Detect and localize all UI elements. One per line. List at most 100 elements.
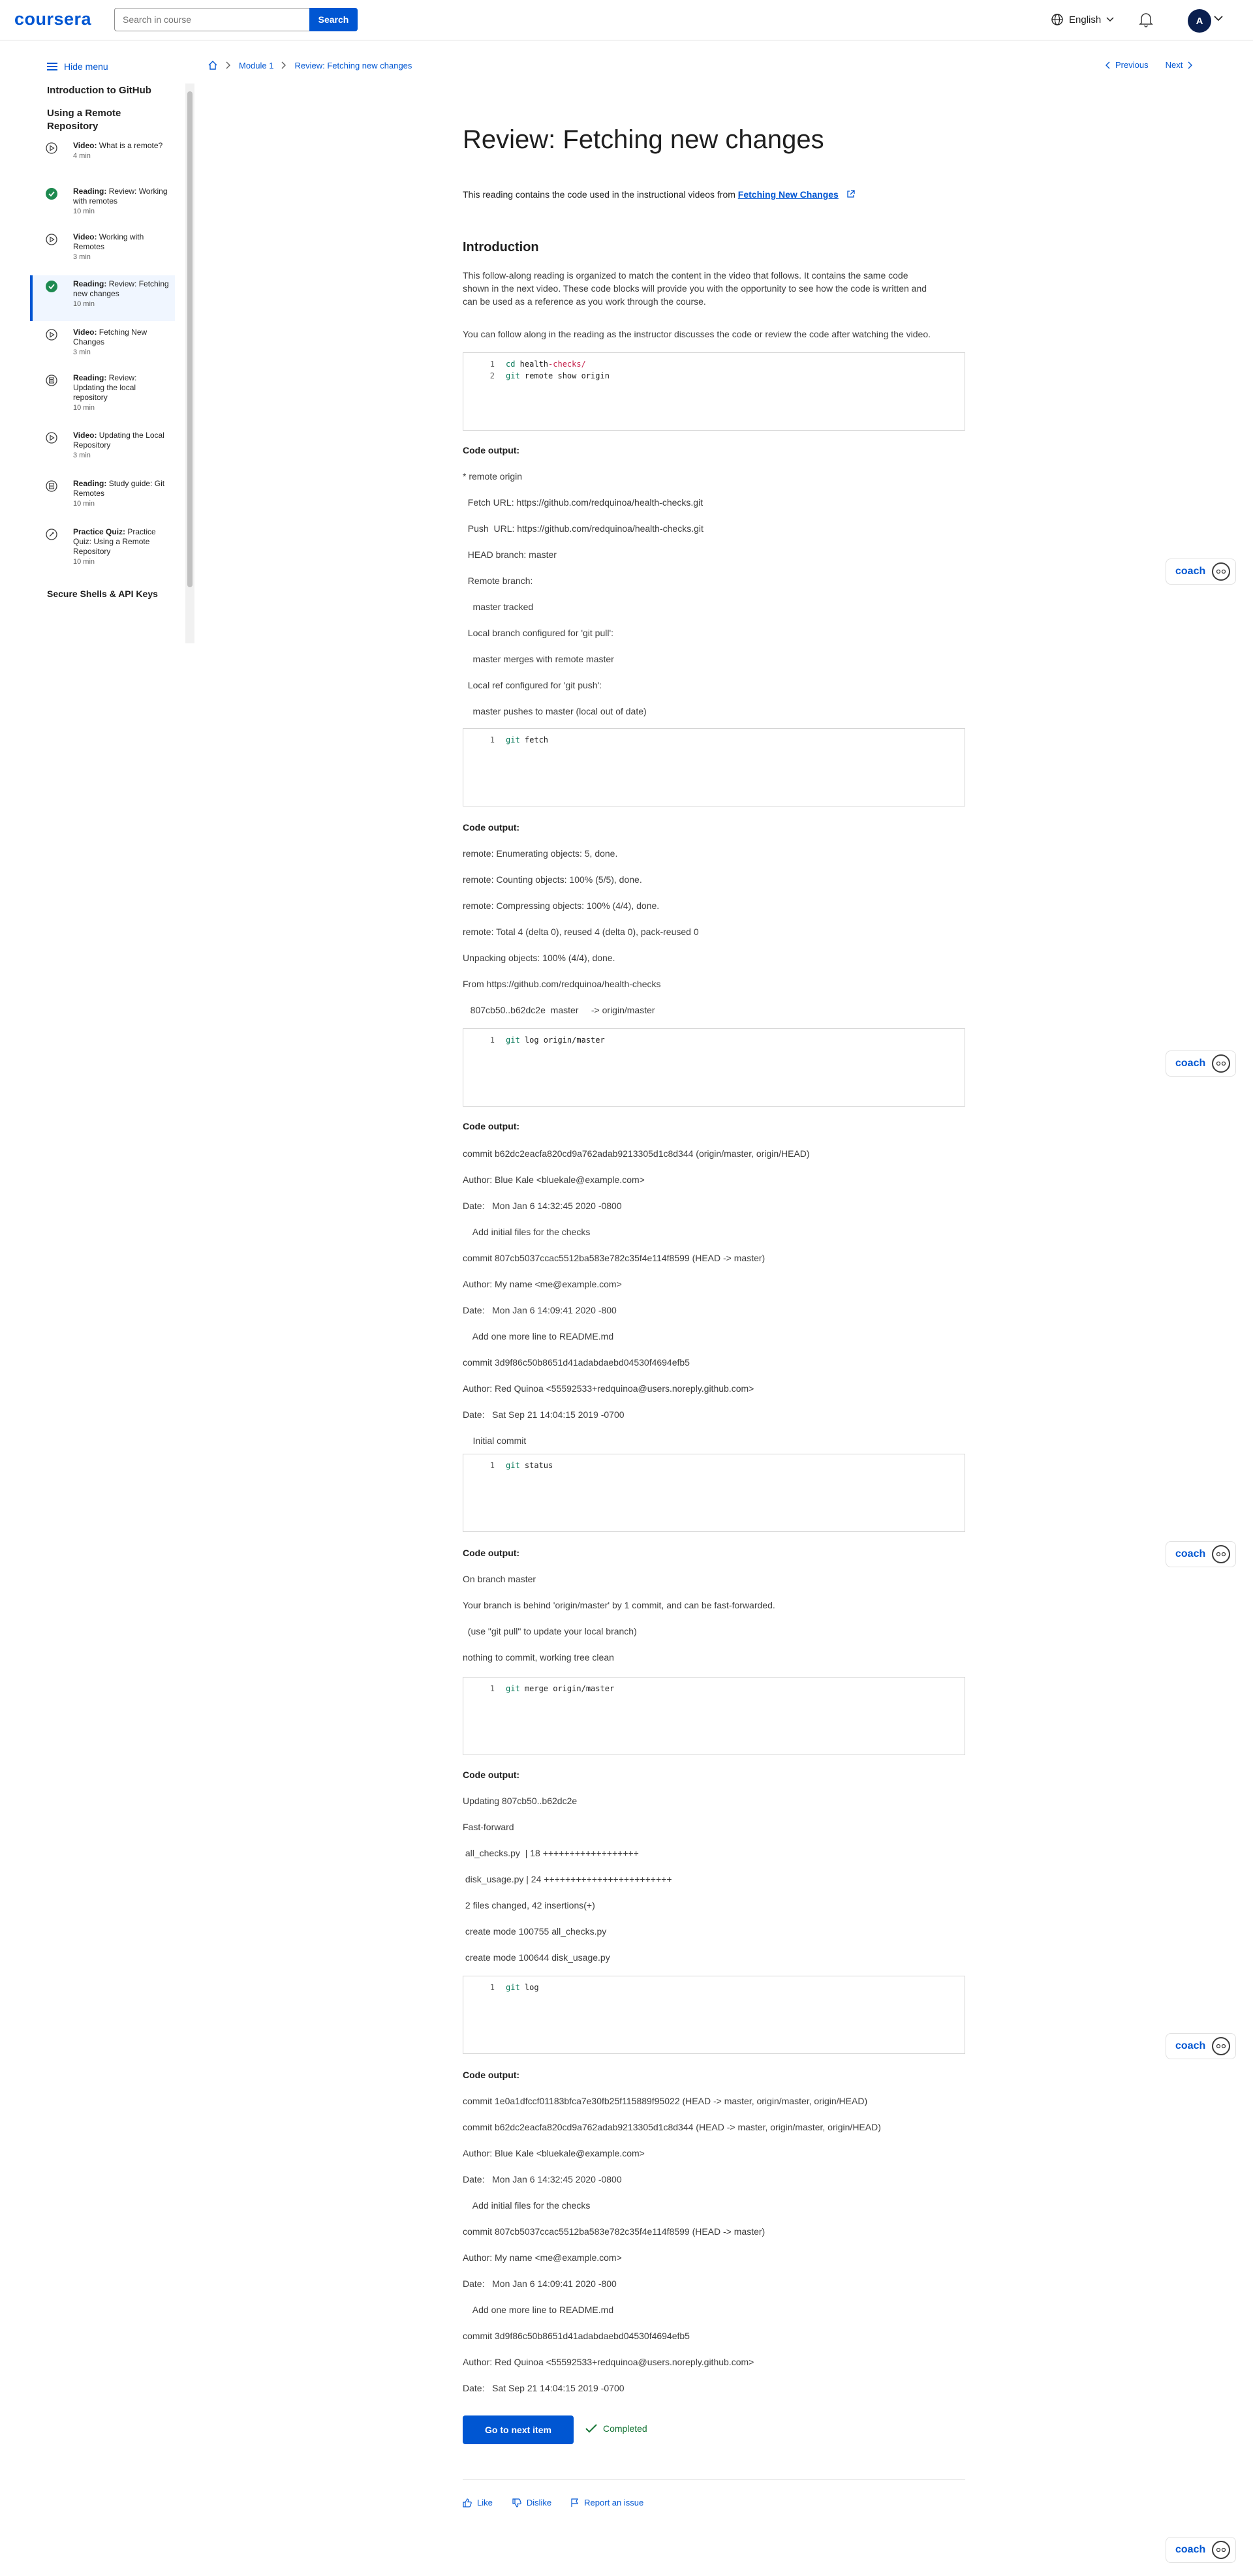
output-line: commit b62dc2eacfa820cd9a762adab9213305d… <box>463 1148 810 1159</box>
code-block[interactable]: 1 git status <box>463 1454 965 1532</box>
code-block[interactable]: 1 git log <box>463 1976 965 2054</box>
sidebar-item-reading-study-guide[interactable]: Reading: Study guide: Git Remotes 10 min <box>30 475 175 521</box>
coach-label: coach <box>1175 2544 1206 2555</box>
output-line: Date: Mon Jan 6 14:32:45 2020 -0800 <box>463 2174 622 2185</box>
external-link-icon[interactable] <box>846 190 855 198</box>
sidebar-item-reading-working-with-remotes[interactable]: Reading: Review: Working with remotes 10… <box>30 183 175 227</box>
output-line: Author: My name <me@example.com> <box>463 2252 622 2263</box>
output-line: commit b62dc2eacfa820cd9a762adab9213305d… <box>463 2122 881 2132</box>
sidebar-item-practice-quiz[interactable]: Practice Quiz: Practice Quiz: Using a Re… <box>30 523 175 578</box>
like-label: Like <box>477 2498 493 2507</box>
output-line: Push URL: https://github.com/redquinoa/h… <box>463 523 704 534</box>
code-output-label: Code output: <box>463 822 520 833</box>
coach-icon <box>1212 1545 1231 1563</box>
avatar[interactable]: A <box>1188 9 1211 33</box>
sidebar-scrollbar-thumb[interactable] <box>187 91 193 587</box>
breadcrumb-module[interactable]: Module 1 <box>239 61 273 70</box>
item-type: Reading: <box>73 187 107 196</box>
chevron-down-icon[interactable] <box>1214 16 1223 22</box>
coach-button[interactable]: coach <box>1166 2537 1236 2563</box>
language-selector[interactable]: English <box>1051 13 1114 26</box>
search-input[interactable] <box>114 8 310 31</box>
fetching-new-changes-link[interactable]: Fetching New Changes <box>738 189 839 200</box>
output-line: Add one more line to README.md <box>463 2305 614 2315</box>
output-line: Fetch URL: https://github.com/redquinoa/… <box>463 497 704 508</box>
code-output-label: Code output: <box>463 445 520 455</box>
item-type: Practice Quiz: <box>73 527 126 536</box>
output-line: commit 807cb5037ccac5512ba583e782c35f4e1… <box>463 1253 766 1263</box>
output-line: remote: Compressing objects: 100% (4/4),… <box>463 900 660 911</box>
module-title[interactable]: Using a Remote Repository <box>47 107 171 133</box>
sidebar-item-video-working-with-remotes[interactable]: Video: Working with Remotes 3 min <box>30 228 175 273</box>
item-type: Video: <box>73 141 97 150</box>
output-line: Add initial files for the checks <box>463 1227 591 1237</box>
sidebar-item-video-what-is-remote[interactable]: Video: What is a remote? 4 min <box>30 137 175 181</box>
coach-button[interactable]: coach <box>1166 1050 1236 1077</box>
check-circle-icon <box>46 188 57 200</box>
output-line: Date: Sat Sep 21 14:04:15 2019 -0700 <box>463 2383 625 2393</box>
output-line: master pushes to master (local out of da… <box>463 706 647 716</box>
thumbs-down-icon <box>512 2498 521 2507</box>
sidebar-item-reading-updating-local-repo[interactable]: Reading: Review: Updating the local repo… <box>30 369 175 424</box>
next-button[interactable]: Next <box>1166 60 1194 70</box>
coach-button[interactable]: coach <box>1166 1541 1236 1567</box>
intro-paragraph-line: shown in the next video. These code bloc… <box>463 283 927 294</box>
chevron-right-icon <box>226 61 230 69</box>
line-number: 1 <box>489 1461 495 1470</box>
search-button[interactable]: Search <box>309 8 358 31</box>
output-line: create mode 100644 disk_usage.py <box>463 1952 610 1963</box>
next-module-title[interactable]: Secure Shells & API Keys <box>47 589 158 599</box>
item-time: 10 min <box>73 207 95 215</box>
page-title: Review: Fetching new changes <box>463 125 824 154</box>
introduction-heading: Introduction <box>463 240 539 254</box>
intro-paragraph: This follow-along reading is organized t… <box>463 269 965 308</box>
output-line: 807cb50..b62dc2e master -> origin/master <box>463 1005 655 1015</box>
hide-menu-button[interactable]: Hide menu <box>47 61 108 72</box>
chevron-down-icon <box>1106 17 1114 22</box>
code-block[interactable]: 1 git log origin/master <box>463 1028 965 1107</box>
sidebar-item-reading-fetching-new-changes[interactable]: Reading: Review: Fetching new changes 10… <box>30 275 175 321</box>
output-line: Author: Red Quinoa <55592533+redquinoa@u… <box>463 1383 754 1394</box>
footer-divider <box>463 2479 965 2480</box>
coach-button[interactable]: coach <box>1166 559 1236 585</box>
report-label: Report an issue <box>584 2498 644 2507</box>
coach-icon <box>1212 2037 1231 2055</box>
top-bar: coursera Search English A <box>0 0 1253 40</box>
dislike-button[interactable]: Dislike <box>512 2498 551 2507</box>
play-circle-icon <box>46 329 57 341</box>
sidebar-item-video-updating-local-repo[interactable]: Video: Updating the Local Repository 3 m… <box>30 427 175 472</box>
breadcrumb-current[interactable]: Review: Fetching new changes <box>294 61 412 70</box>
home-icon[interactable] <box>208 60 218 70</box>
output-line: remote: Total 4 (delta 0), reused 4 (del… <box>463 927 699 937</box>
coursera-logo[interactable]: coursera <box>14 9 91 29</box>
chevron-left-icon <box>1106 61 1110 69</box>
code-block[interactable]: 1 git merge origin/master <box>463 1677 965 1755</box>
output-line: Add initial files for the checks <box>463 2200 591 2211</box>
sidebar-item-video-fetching-new-changes[interactable]: Video: Fetching New Changes 3 min <box>30 324 175 368</box>
output-line: Your branch is behind 'origin/master' by… <box>463 1600 775 1610</box>
code-block[interactable]: 1 cd health-checks/ 2 git remote show orig… <box>463 352 965 431</box>
coach-button[interactable]: coach <box>1166 2033 1236 2059</box>
line-number: 1 <box>489 1035 495 1045</box>
bell-icon[interactable] <box>1137 11 1154 28</box>
output-line: Date: Mon Jan 6 14:09:41 2020 -800 <box>463 1305 617 1315</box>
report-issue-button[interactable]: Report an issue <box>571 2498 643 2507</box>
coach-label: coach <box>1175 1548 1206 1559</box>
output-line: commit 807cb5037ccac5512ba583e782c35f4e1… <box>463 2226 766 2237</box>
like-button[interactable]: Like <box>463 2498 493 2507</box>
item-time: 10 min <box>73 500 95 508</box>
course-title[interactable]: Introduction to GitHub <box>47 85 151 96</box>
output-line: Add one more line to README.md <box>463 1331 614 1342</box>
output-line: nothing to commit, working tree clean <box>463 1652 614 1663</box>
check-circle-icon <box>46 281 57 292</box>
previous-button[interactable]: Previous <box>1105 60 1149 70</box>
line-number: 1 <box>489 735 495 744</box>
item-type: Reading: <box>73 479 107 488</box>
language-label: English <box>1069 14 1102 25</box>
book-icon <box>46 375 57 386</box>
coach-label: coach <box>1175 2040 1206 2051</box>
item-type: Video: <box>73 232 97 241</box>
intro-text: This reading contains the code used in t… <box>463 189 738 200</box>
code-block[interactable]: 1 git fetch <box>463 728 965 806</box>
go-to-next-item-button[interactable]: Go to next item <box>463 2415 574 2444</box>
